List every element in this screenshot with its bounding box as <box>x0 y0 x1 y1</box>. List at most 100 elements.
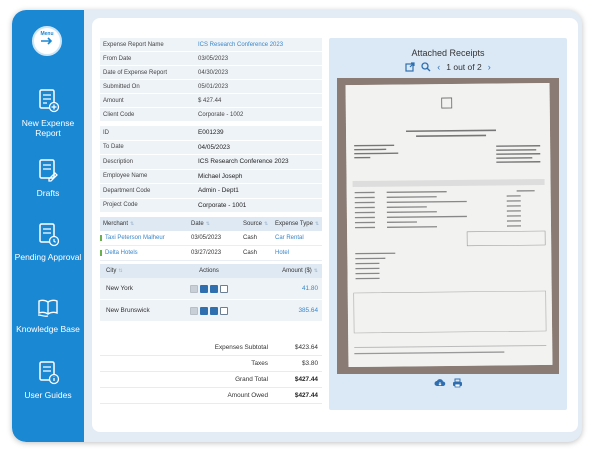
field-label: To Date <box>103 144 124 151</box>
sidebar: Menu New Expense Report Drafts Pending A… <box>12 10 84 442</box>
sort-icon: ⇅ <box>313 268 318 274</box>
totals-row: Taxes $3.80 <box>100 356 322 372</box>
sidebar-item-label: Knowledge Base <box>16 324 80 334</box>
table-row: New Brunswick 385.64 <box>100 300 322 322</box>
table-row: New York 41.80 <box>100 278 322 300</box>
totals-label: Expenses Subtotal <box>214 344 268 351</box>
print-icon[interactable] <box>452 378 463 388</box>
column-source[interactable]: Source ⇅ <box>240 221 272 227</box>
city-cell: New York <box>106 285 133 292</box>
amount-cell[interactable]: 41.80 <box>248 285 322 292</box>
menu-button[interactable]: Menu <box>32 26 62 56</box>
sidebar-item-drafts[interactable]: Drafts <box>12 158 84 198</box>
city-cell: New Brunswick <box>106 307 150 314</box>
sidebar-item-label: New Expense Report <box>21 118 75 138</box>
field-row: Expense Report Name ICS Research Conferen… <box>100 38 322 52</box>
source-cell: Cash <box>243 250 258 256</box>
sidebar-item-label: Pending Approval <box>14 252 82 262</box>
field-label: Client Code <box>103 111 135 118</box>
merchant-cell[interactable]: Taxi Peterson Malheur <box>100 235 188 241</box>
sidebar-item-label: Drafts <box>36 188 60 198</box>
field-value: E001239 <box>198 129 224 137</box>
pending-approval-icon <box>39 223 60 247</box>
column-amount[interactable]: Amount ($) ⇅ <box>248 268 322 274</box>
field-label: Amount <box>103 97 124 104</box>
table-row[interactable]: Taxi Peterson Malheur 03/05/2023 Cash Ca… <box>100 231 322 246</box>
main-panel: Expense Report Name ICS Research Conferen… <box>92 18 578 432</box>
receipt-icon[interactable] <box>190 284 198 293</box>
sort-icon: ⇅ <box>264 221 269 227</box>
field-row: Date of Expense Report 04/30/2023 <box>100 66 322 80</box>
edit-icon[interactable] <box>200 306 208 315</box>
field-value: Michael Joseph <box>198 172 243 180</box>
merchant-cell[interactable]: Delta Hotels <box>100 250 188 256</box>
document-icon[interactable] <box>210 306 218 315</box>
open-external-icon[interactable] <box>405 62 415 72</box>
edit-icon[interactable] <box>200 284 208 293</box>
zoom-icon[interactable] <box>421 62 431 72</box>
city-table-header: City ⇅ Actions Amount ($) ⇅ <box>100 264 322 278</box>
row-actions <box>170 306 248 315</box>
menu-label: Menu <box>40 31 54 37</box>
cloud-download-icon[interactable] <box>434 378 446 388</box>
next-icon[interactable]: › <box>488 62 491 72</box>
type-cell: Car Rental <box>275 235 304 241</box>
new-report-icon <box>39 89 60 113</box>
field-row: Client Code Corporate - 1002 <box>100 108 322 122</box>
totals-row: Grand Total $427.44 <box>100 372 322 388</box>
report-details: Expense Report Name ICS Research Conferen… <box>100 38 322 322</box>
source-cell: Cash <box>243 235 258 241</box>
field-value: ICS Research Conference 2023 <box>198 158 289 166</box>
app-window: Menu New Expense Report Drafts Pending A… <box>12 10 582 442</box>
totals-value: $3.80 <box>302 360 318 367</box>
field-value: Corporate - 1002 <box>198 111 244 118</box>
detail-row: Department Code Admin - Dept1 <box>100 184 322 199</box>
sidebar-item-pending-approval[interactable]: Pending Approval <box>12 222 84 262</box>
receipts-title: Attached Receipts <box>411 48 485 58</box>
field-value: $ 427.44 <box>198 97 222 104</box>
user-guides-icon <box>39 361 60 385</box>
receipt-image <box>337 78 559 374</box>
field-row: From Date 03/05/2023 <box>100 52 322 66</box>
field-label: Employee Name <box>103 173 148 180</box>
sidebar-item-user-guides[interactable]: User Guides <box>12 360 84 400</box>
sidebar-item-knowledge-base[interactable]: Knowledge Base <box>12 294 84 334</box>
checkbox[interactable] <box>220 306 228 315</box>
detail-row: ID E001239 <box>100 126 322 141</box>
date-cell: 03/05/2023 <box>191 235 222 241</box>
column-merchant[interactable]: Merchant ⇅ <box>100 221 188 227</box>
receipt-pager: 1 out of 2 <box>446 62 482 72</box>
previous-icon[interactable]: ‹ <box>437 62 440 72</box>
amount-cell[interactable]: 385.64 <box>248 307 322 314</box>
field-label: ID <box>103 129 109 136</box>
sort-icon: ⇅ <box>205 221 210 227</box>
totals-value: $427.44 <box>294 392 318 399</box>
table-row[interactable]: Delta Hotels 03/27/2023 Cash Hotel <box>100 246 322 261</box>
checkbox[interactable] <box>220 284 228 293</box>
field-value: 05/01/2023 <box>198 83 229 90</box>
receipts-panel: Attached Receipts ‹ 1 out of 2 › <box>329 38 567 410</box>
column-date[interactable]: Date ⇅ <box>188 221 240 227</box>
knowledge-base-icon <box>37 299 58 317</box>
sort-icon: ⇅ <box>314 221 320 227</box>
field-label: Submitted On <box>103 83 140 90</box>
receipts-toolbar: ‹ 1 out of 2 › <box>329 62 567 72</box>
totals-label: Taxes <box>251 360 268 367</box>
detail-row: Project Code Corporate - 1001 <box>100 198 322 213</box>
sidebar-item-label: User Guides <box>24 390 72 400</box>
document-icon[interactable] <box>210 284 218 293</box>
totals-label: Grand Total <box>235 376 268 383</box>
totals-section: Expenses Subtotal $423.64 Taxes $3.80 Gran… <box>100 340 322 404</box>
receipt-icon[interactable] <box>190 306 198 315</box>
field-row: Submitted On 05/01/2023 <box>100 80 322 94</box>
receipt-actions <box>329 378 567 388</box>
totals-value: $423.64 <box>294 344 318 351</box>
field-label: Date of Expense Report <box>103 69 168 76</box>
detail-row: Description ICS Research Conference 2023 <box>100 155 322 170</box>
column-expense-type[interactable]: Expense Type ⇅ <box>272 221 322 227</box>
field-value: 04/30/2023 <box>198 69 229 76</box>
field-label: Description <box>103 158 134 165</box>
detail-row: To Date 04/05/2023 <box>100 140 322 155</box>
sidebar-item-new-expense-report[interactable]: New Expense Report <box>12 88 84 138</box>
column-city[interactable]: City ⇅ <box>100 268 170 274</box>
